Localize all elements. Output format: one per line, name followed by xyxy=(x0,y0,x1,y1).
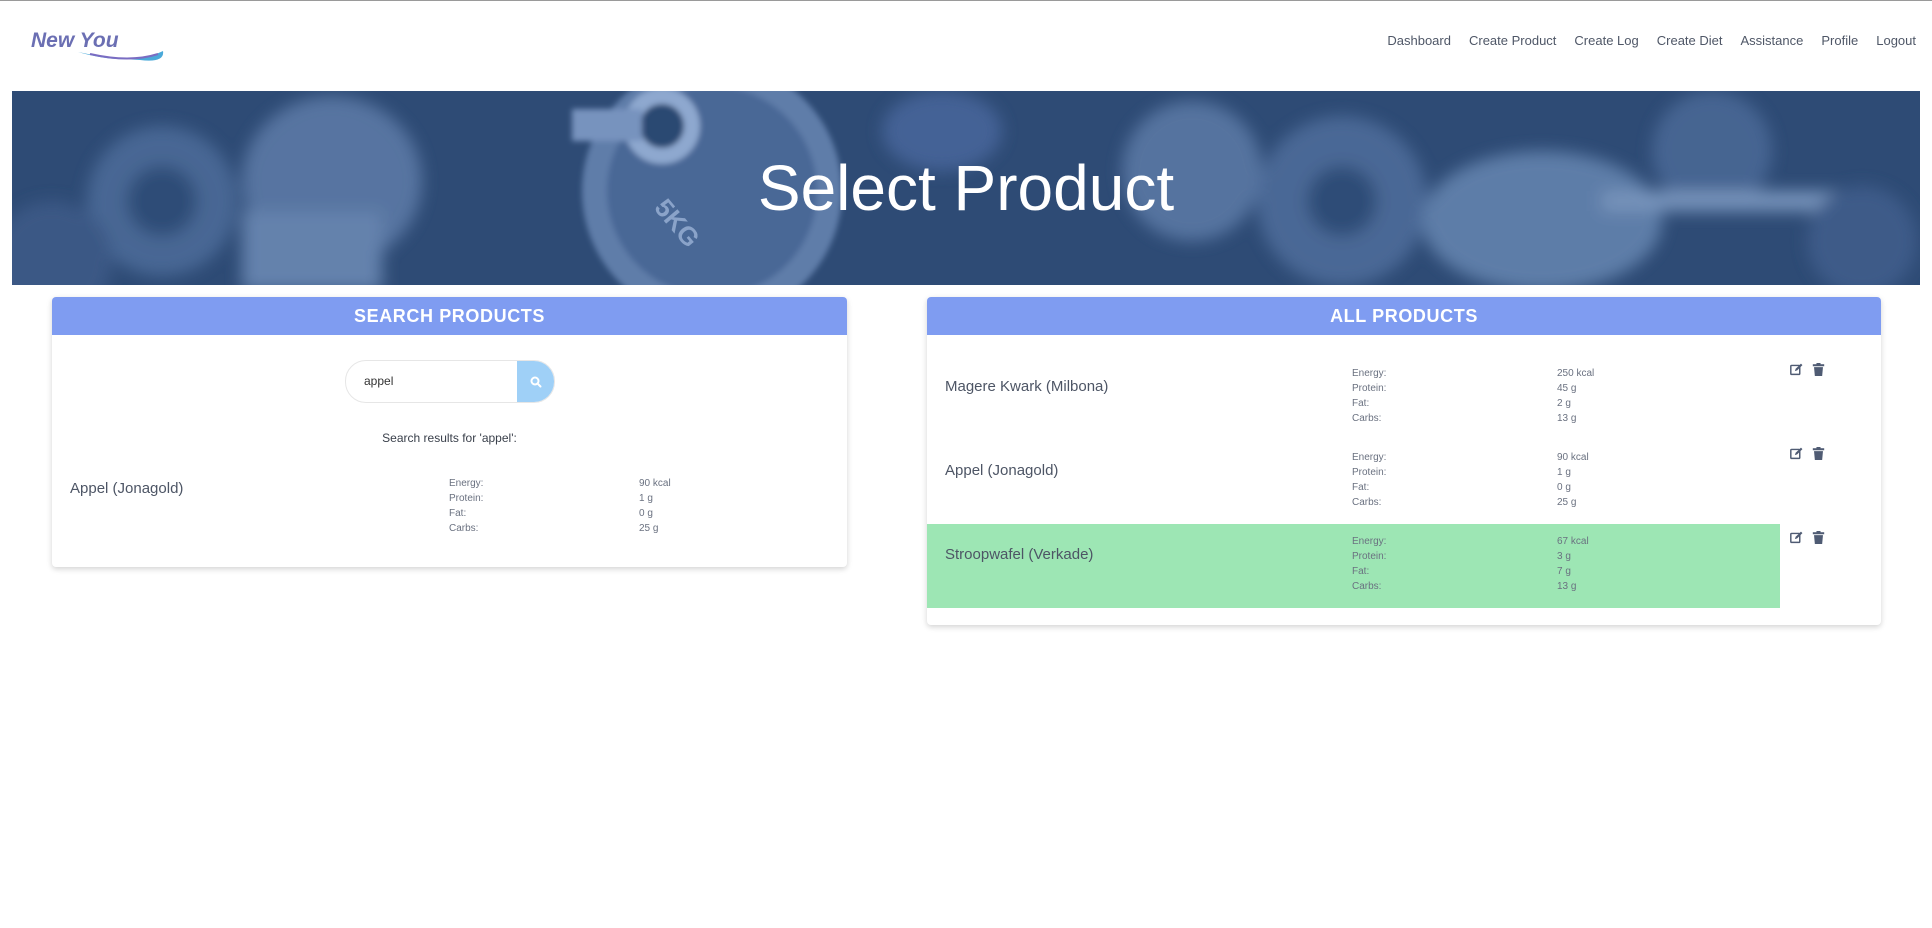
search-products-panel: SEARCH PRODUCTS Search results for 'appe… xyxy=(52,297,847,567)
search-input[interactable] xyxy=(346,361,512,400)
nav-assistance[interactable]: Assistance xyxy=(1741,33,1804,48)
nutrient-value: 25 g xyxy=(639,523,659,534)
trash-icon[interactable] xyxy=(1812,447,1825,460)
product-name: Appel (Jonagold) xyxy=(945,462,1059,479)
search-results-title: Search results for 'appel': xyxy=(382,431,517,445)
product-name: Magere Kwark (Milbona) xyxy=(945,378,1109,395)
logo-text: New You xyxy=(31,29,119,52)
product-row-selected[interactable]: Stroopwafel (Verkade) Energy: Protein: F… xyxy=(927,524,1780,608)
nutrient-value: 7 g xyxy=(1557,566,1571,577)
nutrient-label: Carbs: xyxy=(1352,581,1382,592)
hero-banner: 5KG Select Product xyxy=(12,91,1920,285)
nutrient-label: Protein: xyxy=(1352,467,1387,478)
search-button[interactable] xyxy=(517,361,554,402)
nutrient-label: Fat: xyxy=(1352,482,1370,493)
nutrient-label: Energy: xyxy=(1352,536,1387,547)
nutrient-label: Carbs: xyxy=(1352,413,1382,424)
nutrient-label: Fat: xyxy=(1352,398,1370,409)
main-nav: Dashboard Create Product Create Log Crea… xyxy=(1387,33,1916,48)
nutrient-label: Energy: xyxy=(449,478,484,489)
search-panel-title: SEARCH PRODUCTS xyxy=(52,297,847,335)
nutrient-value: 1 g xyxy=(639,493,653,504)
edit-icon[interactable] xyxy=(1790,447,1803,460)
search-icon xyxy=(530,376,541,387)
nutrient-value: 90 kcal xyxy=(639,478,671,489)
search-bar xyxy=(345,360,555,403)
nutrient-label: Protein: xyxy=(1352,551,1387,562)
logo[interactable]: New You xyxy=(30,27,170,63)
nutrient-value: 90 kcal xyxy=(1557,452,1589,463)
nav-logout[interactable]: Logout xyxy=(1876,33,1916,48)
product-name: Stroopwafel (Verkade) xyxy=(945,546,1094,563)
nutrient-value: 250 kcal xyxy=(1557,368,1595,379)
nutrient-value: 13 g xyxy=(1557,581,1577,592)
nutrient-value: 45 g xyxy=(1557,383,1577,394)
nav-profile[interactable]: Profile xyxy=(1821,33,1858,48)
nutrient-labels: Energy: Protein: Fat: Carbs: xyxy=(1352,534,1386,594)
product-row[interactable]: Magere Kwark (Milbona) Energy: Protein: … xyxy=(927,356,1780,440)
row-actions xyxy=(1790,363,1825,376)
all-products-panel: ALL PRODUCTS Magere Kwark (Milbona) Ener… xyxy=(927,297,1881,625)
navbar: New You Dashboard Create Product Create … xyxy=(0,1,1932,91)
nav-create-diet[interactable]: Create Diet xyxy=(1657,33,1723,48)
trash-icon[interactable] xyxy=(1812,531,1825,544)
nutrient-label: Energy: xyxy=(1352,452,1387,463)
product-row[interactable]: Appel (Jonagold) Energy: Protein: Fat: C… xyxy=(927,440,1780,524)
products-panel-title: ALL PRODUCTS xyxy=(927,297,1881,335)
nutrient-values: 90 kcal 1 g 0 g 25 g xyxy=(1557,450,1589,510)
nutrient-label: Energy: xyxy=(1352,368,1387,379)
nav-dashboard[interactable]: Dashboard xyxy=(1387,33,1451,48)
nutrient-value: 1 g xyxy=(1557,467,1571,478)
nutrient-labels: Energy: Protein: Fat: Carbs: xyxy=(1352,366,1386,426)
nutrient-value: 67 kcal xyxy=(1557,536,1589,547)
trash-icon[interactable] xyxy=(1812,363,1825,376)
nutrient-label: Fat: xyxy=(449,508,467,519)
nutrient-value: 2 g xyxy=(1557,398,1571,409)
nutrient-values: 250 kcal 45 g 2 g 13 g xyxy=(1557,366,1594,426)
nutrient-value: 3 g xyxy=(1557,551,1571,562)
nutrient-label: Protein: xyxy=(1352,383,1387,394)
nutrient-value: 13 g xyxy=(1557,413,1577,424)
row-actions xyxy=(1790,447,1825,460)
nav-create-product[interactable]: Create Product xyxy=(1469,33,1556,48)
edit-icon[interactable] xyxy=(1790,531,1803,544)
page-title: Select Product xyxy=(757,152,1175,224)
nutrient-label: Carbs: xyxy=(1352,497,1382,508)
result-nutrient-labels: Energy: Protein: Fat: Carbs: xyxy=(449,476,483,536)
row-actions xyxy=(1790,531,1825,544)
nutrient-value: 25 g xyxy=(1557,497,1577,508)
result-product-name: Appel (Jonagold) xyxy=(70,480,184,497)
nutrient-label: Carbs: xyxy=(449,523,479,534)
nav-create-log[interactable]: Create Log xyxy=(1574,33,1638,48)
nutrient-value: 0 g xyxy=(1557,482,1571,493)
nutrient-value: 0 g xyxy=(639,508,653,519)
nutrient-values: 67 kcal 3 g 7 g 13 g xyxy=(1557,534,1589,594)
nutrient-labels: Energy: Protein: Fat: Carbs: xyxy=(1352,450,1386,510)
nutrient-label: Protein: xyxy=(449,493,484,504)
nutrient-label: Fat: xyxy=(1352,566,1370,577)
edit-icon[interactable] xyxy=(1790,363,1803,376)
result-nutrient-values: 90 kcal 1 g 0 g 25 g xyxy=(639,476,671,536)
